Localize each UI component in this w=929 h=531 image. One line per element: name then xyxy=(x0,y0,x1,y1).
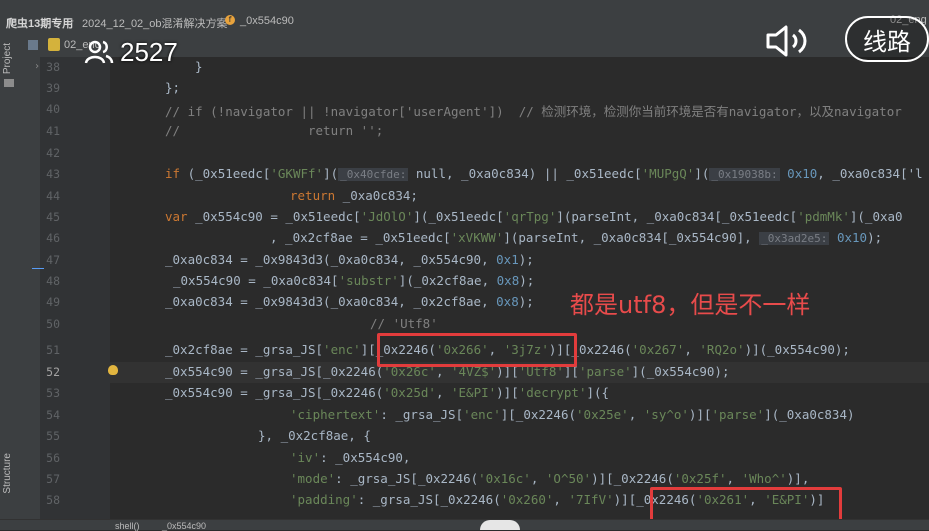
line-number: 54 xyxy=(46,408,60,422)
code-line[interactable]: 'iv': _0x554c90, xyxy=(290,450,410,465)
project-breadcrumb[interactable]: 爬虫13期专用 xyxy=(6,15,73,31)
code-line[interactable]: if (_0x51eedc['GKWFf'](_0x40cfde: null, … xyxy=(165,166,923,181)
line-number: 39 xyxy=(46,81,60,95)
line-number: 47 xyxy=(46,253,60,267)
code-line[interactable]: _0x554c90 = _0xa0c834['substr'](_0x2cf8a… xyxy=(173,273,534,288)
code-line[interactable]: } xyxy=(195,59,203,74)
parameter-hint: _0x3ad2e5: xyxy=(759,232,830,245)
left-tool-strip: Project Structure xyxy=(0,33,21,520)
status-symbol: _0x554c90 xyxy=(162,521,207,531)
annotation-text: 都是utf8，但是不一样 xyxy=(570,291,811,319)
breadcrumb-separator-icon: › xyxy=(213,14,218,27)
code-line[interactable]: }, _0x2cf8ae, { xyxy=(258,428,371,443)
line-number: 57 xyxy=(46,472,60,486)
line-number: 44 xyxy=(46,189,60,203)
code-line[interactable]: }; xyxy=(165,80,180,95)
line-number: 42 xyxy=(46,146,60,160)
line-number: 43 xyxy=(46,167,60,181)
line-number: 40 xyxy=(46,102,60,116)
line-number: 51 xyxy=(46,343,60,357)
line-number: 55 xyxy=(46,429,60,443)
code-line[interactable]: 'ciphertext': _grsa_JS['enc'][_0x2246('0… xyxy=(290,407,855,422)
line-number: 48 xyxy=(46,274,60,288)
code-line[interactable]: _0xa0c834 = _0x9843d3(_0xa0c834, _0x2cf8… xyxy=(165,294,534,309)
lightbulb-icon[interactable] xyxy=(108,365,118,375)
code-line[interactable]: 'mode': _grsa_JS[_0x2246('0x16c', 'O^50'… xyxy=(290,471,809,486)
function-icon: f xyxy=(225,15,235,25)
fold-strip: › xyxy=(20,57,40,520)
line-number: 41 xyxy=(46,124,60,138)
code-line[interactable]: _0x554c90 = _grsa_JS[_0x2246('0x25d', 'E… xyxy=(165,385,609,400)
code-line[interactable]: _0xa0c834 = _0x9843d3(_0xa0c834, _0x554c… xyxy=(165,252,534,267)
line-number: 50 xyxy=(46,317,60,331)
parameter-hint: _0x40cfde: xyxy=(338,168,409,181)
js-file-icon xyxy=(48,38,60,51)
status-function: shell() xyxy=(115,521,140,531)
line-number: 56 xyxy=(46,451,60,465)
viewer-counter: 2527 xyxy=(84,36,178,68)
code-line[interactable]: var _0x554c90 = _0x51eedc['JdOlO'](_0x51… xyxy=(165,209,903,224)
breadcrumb-separator-icon: › xyxy=(70,14,75,27)
line-number: 45 xyxy=(46,210,60,224)
line-number: 58 xyxy=(46,493,60,507)
status-bar: shell() _0x554c90 xyxy=(0,519,929,531)
code-line[interactable]: // if (!navigator || !navigator['userAge… xyxy=(165,101,902,120)
folder-breadcrumb[interactable]: 2024_12_02_ob混淆解决方案 xyxy=(82,15,228,31)
speaker-icon[interactable] xyxy=(765,24,815,58)
viewers-icon xyxy=(84,40,114,64)
code-line[interactable]: return _0xa0c834; xyxy=(290,188,418,203)
structure-tool-button[interactable]: Structure xyxy=(2,453,13,494)
project-tool-button[interactable]: Project xyxy=(2,43,13,74)
symbol-breadcrumb[interactable]: _0x554c90 xyxy=(240,15,294,27)
route-button[interactable]: 线路 xyxy=(845,16,929,62)
code-line[interactable]: // 'Utf8' xyxy=(370,316,438,331)
viewer-count: 2527 xyxy=(120,36,178,67)
annotation-box-enc-utf8 xyxy=(377,333,577,367)
project-folder-icon xyxy=(4,79,14,87)
code-line[interactable]: , _0x2cf8ae = _0x51eedc['xVKWW'](parseIn… xyxy=(270,230,882,245)
parameter-hint: _0x19038b: xyxy=(709,168,780,181)
line-number: 49 xyxy=(46,295,60,309)
file-icon xyxy=(28,40,38,50)
code-line[interactable]: // return ''; xyxy=(165,123,383,138)
line-number: 46 xyxy=(46,231,60,245)
line-number: 53 xyxy=(46,386,60,400)
line-number: 52 xyxy=(46,365,60,379)
line-number: 38 xyxy=(46,60,60,74)
